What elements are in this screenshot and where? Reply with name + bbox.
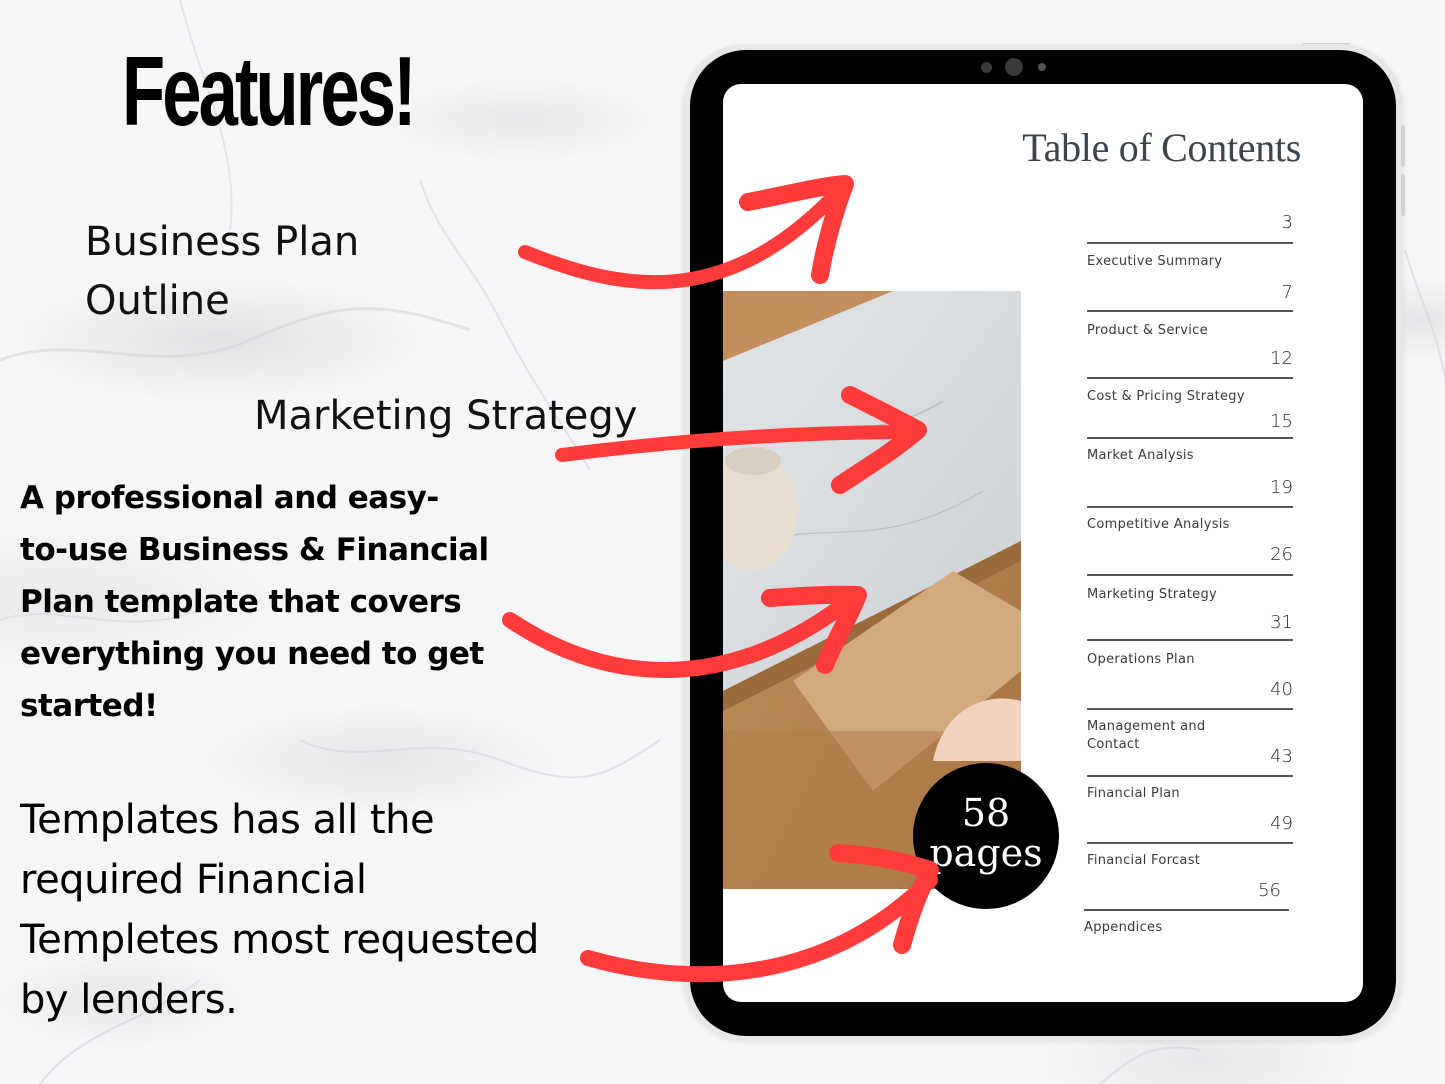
- toc-divider: [1087, 775, 1293, 777]
- page-count-word: pages: [929, 831, 1043, 875]
- toc-divider: [1087, 708, 1293, 710]
- toc-title: Table of Contents: [1022, 125, 1301, 170]
- toc-row[interactable]: 40 Management and Contact: [1087, 666, 1293, 752]
- description-line: everything you need to get: [20, 636, 484, 672]
- description-bold: A professional and easy- to-use Business…: [20, 472, 540, 732]
- toc-row[interactable]: 31 Operations Plan: [1087, 601, 1293, 667]
- description-line: Templates has all the: [20, 797, 435, 843]
- description-line: by lenders.: [20, 977, 238, 1023]
- toc-row[interactable]: 19 Competitive Analysis: [1087, 465, 1293, 532]
- toc-divider: [1087, 310, 1293, 312]
- camera-flash-icon: [1038, 63, 1046, 71]
- toc-row[interactable]: 49 Financial Forcast: [1087, 800, 1293, 868]
- toc-divider: [1087, 574, 1293, 576]
- description-line: to-use Business & Financial: [20, 532, 489, 568]
- feature-label-line: Outline: [85, 278, 230, 324]
- toc-divider: [1087, 437, 1293, 439]
- description-line: A professional and easy-: [20, 480, 439, 516]
- toc-page-number: 19: [1270, 477, 1293, 498]
- toc-divider: [1084, 909, 1289, 911]
- toc-row[interactable]: 3 Executive Summary: [1087, 212, 1293, 269]
- toc-page-number: 26: [1270, 544, 1293, 565]
- toc-row[interactable]: 7 Product & Service: [1087, 268, 1293, 338]
- toc-row[interactable]: 12 Cost & Pricing Strategy: [1087, 335, 1293, 404]
- tablet-volume-up-button: [1401, 125, 1405, 167]
- description-regular: Templates has all the required Financial…: [20, 790, 640, 1030]
- toc-divider: [1087, 842, 1293, 844]
- toc-page-number: 31: [1270, 612, 1293, 633]
- description-line: Plan template that covers: [20, 584, 462, 620]
- feature-label-marketing-strategy: Marketing Strategy: [254, 393, 638, 439]
- toc-divider: [1087, 639, 1293, 641]
- toc-row[interactable]: 56 Appendices: [1084, 867, 1293, 935]
- toc-page-number: 12: [1270, 348, 1293, 369]
- page-count-number: 58: [961, 791, 1011, 835]
- toc-row[interactable]: 15 Market Analysis: [1087, 402, 1293, 465]
- description-line: started!: [20, 688, 158, 724]
- toc-list: 3 Executive Summary 7 Product & Service …: [1084, 212, 1293, 935]
- toc-entry-label: Market Analysis: [1087, 448, 1194, 463]
- toc-divider: [1087, 377, 1293, 379]
- camera-sensor-icon: [981, 62, 992, 73]
- toc-entry-label: Appendices: [1084, 920, 1163, 935]
- feature-label-line: Business Plan: [85, 219, 360, 265]
- toc-row[interactable]: 26 Marketing Strategy: [1087, 532, 1293, 602]
- page-count-badge: 58 pages: [913, 763, 1059, 909]
- description-line: required Financial: [20, 857, 367, 903]
- tablet-volume-down-button: [1401, 174, 1405, 216]
- toc-page-number: 7: [1281, 282, 1293, 303]
- toc-divider: [1087, 242, 1293, 244]
- toc-page-number: 49: [1270, 813, 1293, 834]
- toc-page-number: 15: [1270, 411, 1293, 432]
- toc-page-number: 56: [1258, 880, 1281, 901]
- camera-lens-icon: [1005, 58, 1023, 76]
- toc-page-number: 43: [1270, 746, 1293, 767]
- toc-page-number: 40: [1270, 679, 1293, 700]
- toc-page-number: 3: [1281, 212, 1293, 233]
- toc-row[interactable]: 43 Financial Plan: [1087, 733, 1293, 801]
- toc-divider: [1087, 506, 1293, 508]
- description-line: Templetes most requested: [20, 917, 539, 963]
- feature-label-business-plan: Business Plan Outline: [85, 213, 359, 331]
- features-heading: Features!: [122, 36, 417, 146]
